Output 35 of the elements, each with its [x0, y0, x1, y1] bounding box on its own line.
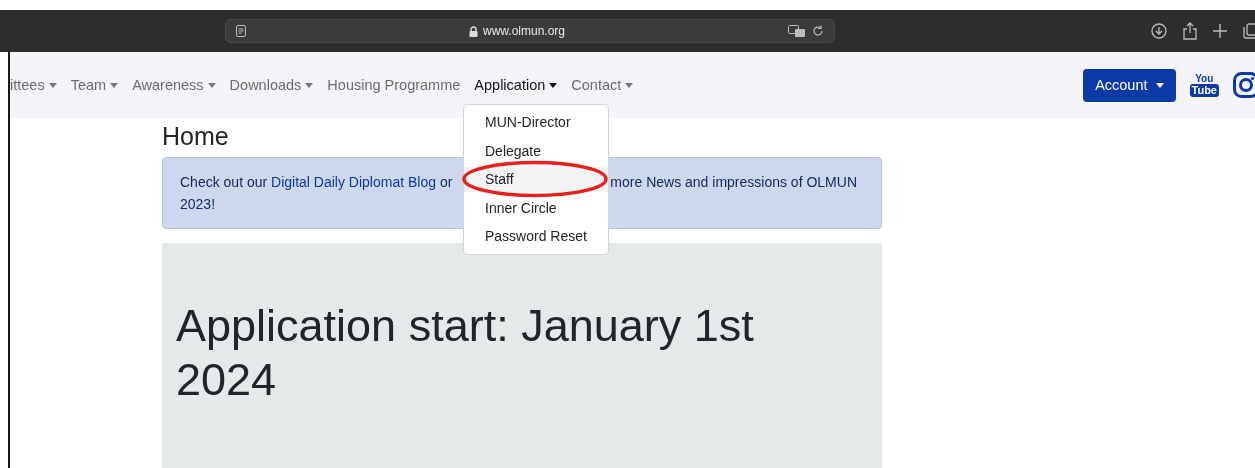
caret-icon: [110, 82, 119, 88]
nav-link[interactable]: Application: [467, 77, 565, 93]
tabs-icon[interactable]: [1243, 23, 1255, 39]
page-heading: Home: [162, 122, 229, 151]
jumbotron-title: Application start: January 1st 2024: [176, 299, 755, 407]
caret-icon: [549, 82, 558, 88]
nav-link[interactable]: Contact: [564, 77, 641, 93]
caret-icon: [48, 82, 57, 88]
menu-item[interactable]: Inner Circle: [464, 195, 608, 220]
share-icon[interactable]: [1183, 22, 1197, 40]
download-icon[interactable]: [1151, 23, 1167, 39]
url-text[interactable]: www.olmun.org: [483, 24, 565, 38]
alert-text: 2023!: [180, 195, 216, 214]
nav-link[interactable]: ittees: [3, 77, 64, 93]
alert-text: more News and impressions of OLMUN: [610, 173, 857, 192]
nav-link[interactable]: Awareness: [125, 77, 223, 93]
reader-icon[interactable]: [236, 25, 246, 37]
menu-item[interactable]: MUN-Director: [464, 110, 608, 135]
caret-icon: [1155, 82, 1164, 88]
camera-icon[interactable]: [1233, 72, 1255, 98]
plus-icon[interactable]: [1213, 24, 1227, 38]
alert-text: Check out our Digital Daily Diplomat Blog or: [180, 173, 453, 192]
account-button[interactable]: Account: [1083, 68, 1176, 102]
caret-icon: [625, 82, 634, 88]
menu-item[interactable]: Delegate: [464, 138, 608, 163]
nav-link[interactable]: Downloads: [222, 77, 321, 93]
blog-link[interactable]: Digital Daily Diplomat Blog: [271, 174, 436, 190]
menu-item[interactable]: Password Reset: [464, 224, 608, 249]
reload-icon[interactable]: [812, 25, 824, 37]
caret-icon: [305, 82, 314, 88]
translate-icon[interactable]: [788, 25, 806, 37]
nav-link[interactable]: Team: [63, 77, 126, 93]
lock-icon: [469, 25, 478, 37]
caret-icon: [207, 82, 216, 88]
nav-link[interactable]: Housing Programme: [320, 77, 468, 93]
